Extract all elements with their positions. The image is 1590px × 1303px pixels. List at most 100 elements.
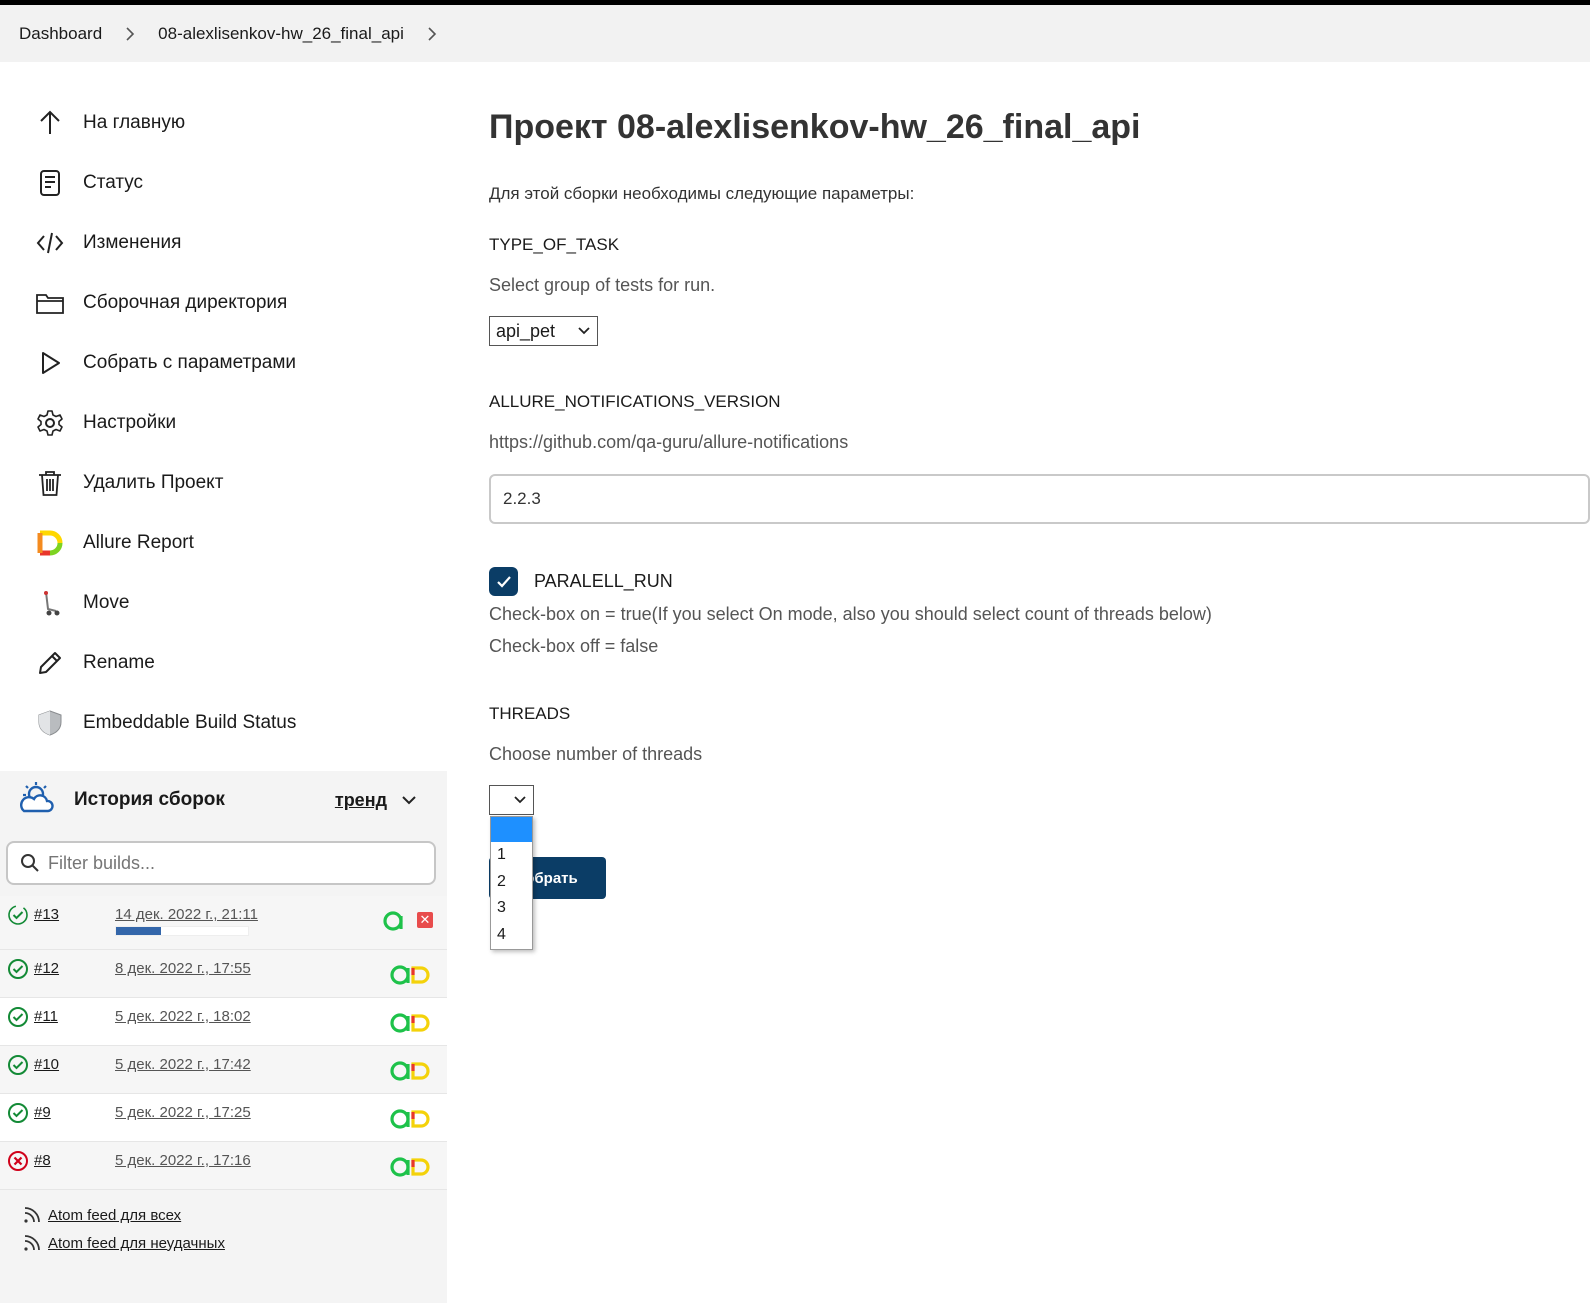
feed-failed: Atom feed для неудачных: [22, 1229, 225, 1257]
nav-allure-report[interactable]: Allure Report: [30, 513, 430, 573]
allure-spinner-icon[interactable]: [381, 908, 405, 932]
threads-option[interactable]: [491, 817, 532, 842]
build-date-link[interactable]: 5 дек. 2022 г., 17:16: [115, 1152, 251, 1169]
build-number-link[interactable]: #8: [34, 1152, 51, 1169]
allure-report-badge-icon[interactable]: [389, 1106, 433, 1130]
success-status-icon: [8, 959, 28, 979]
build-date-link[interactable]: 5 дек. 2022 г., 17:25: [115, 1104, 251, 1121]
trend-toggle[interactable]: тренд: [335, 790, 417, 811]
arrow-up-icon: [30, 107, 70, 139]
param-description: Check-box on = true(If you select On mod…: [489, 604, 1212, 624]
chevron-right-icon[interactable]: [124, 26, 136, 41]
build-badges: ✕: [381, 908, 433, 932]
nav-changes[interactable]: Изменения: [30, 213, 430, 273]
atom-feed-all-link[interactable]: Atom feed для всех: [48, 1207, 181, 1224]
main-content: Проект 08-alexlisenkov-hw_26_final_api Д…: [489, 100, 1590, 204]
rss-icon: [24, 1235, 40, 1251]
build-row[interactable]: #10 5 дек. 2022 г., 17:42: [0, 1046, 447, 1094]
build-date-link[interactable]: 5 дек. 2022 г., 17:42: [115, 1056, 251, 1073]
success-status-icon: [8, 1103, 28, 1123]
build-history-title: История сборок: [74, 789, 225, 810]
build-badges: [389, 1058, 433, 1082]
atom-feed-failed-link[interactable]: Atom feed для неудачных: [48, 1235, 225, 1252]
move-icon: [30, 587, 70, 619]
nav-rename[interactable]: Rename: [30, 633, 430, 693]
folder-icon: [30, 287, 70, 319]
chevron-down-icon: [402, 796, 416, 805]
build-date-link[interactable]: 14 дек. 2022 г., 21:11: [115, 906, 258, 923]
atom-feeds: Atom feed для всех Atom feed для неудачн…: [22, 1201, 225, 1257]
nav-label: Move: [83, 592, 130, 613]
nav-delete-project[interactable]: Удалить Проект: [30, 453, 430, 513]
side-nav: На главную Статус Изменения Сборочная ди…: [30, 93, 430, 753]
build-number-link[interactable]: #11: [34, 1008, 58, 1025]
threads-option[interactable]: 2: [491, 869, 532, 896]
param-description: https://github.com/qa-guru/allure-notifi…: [489, 432, 849, 452]
breadcrumb-project[interactable]: 08-alexlisenkov-hw_26_final_api: [158, 24, 404, 44]
param-name: ALLURE_NOTIFICATIONS_VERSION: [489, 392, 781, 411]
build-number-link[interactable]: #10: [34, 1056, 59, 1073]
nav-move[interactable]: Move: [30, 573, 430, 633]
allure-report-badge-icon[interactable]: [389, 1154, 433, 1178]
build-number-link[interactable]: #9: [34, 1104, 51, 1121]
search-icon: [21, 854, 39, 872]
build-row[interactable]: #9 5 дек. 2022 г., 17:25: [0, 1094, 447, 1142]
nav-label: Rename: [83, 652, 155, 673]
type-of-task-select[interactable]: api_pet: [489, 316, 598, 346]
nav-home[interactable]: На главную: [30, 93, 430, 153]
build-date-link[interactable]: 5 дек. 2022 г., 18:02: [115, 1008, 251, 1025]
build-number-link[interactable]: #12: [34, 960, 59, 977]
nav-label: На главную: [83, 112, 186, 133]
nav-workspace[interactable]: Сборочная директория: [30, 273, 430, 333]
threads-select[interactable]: [489, 785, 534, 815]
nav-label: Изменения: [83, 232, 182, 253]
allure-version-input[interactable]: 2.2.3: [489, 474, 1590, 524]
nav-label: Настройки: [83, 412, 177, 433]
chevron-down-icon: [578, 327, 590, 335]
build-row[interactable]: #12 8 дек. 2022 г., 17:55: [0, 950, 447, 998]
page-title: Проект 08-alexlisenkov-hw_26_final_api: [489, 108, 1141, 146]
build-progress-bar: [115, 926, 249, 936]
nav-settings[interactable]: Настройки: [30, 393, 430, 453]
nav-status[interactable]: Статус: [30, 153, 430, 213]
build-badges: [389, 962, 433, 986]
nav-label: Собрать с параметрами: [83, 352, 297, 373]
threads-option[interactable]: 4: [491, 922, 532, 949]
abort-build-icon[interactable]: ✕: [417, 912, 433, 928]
build-row[interactable]: #13 14 дек. 2022 г., 21:11 ✕: [0, 896, 447, 950]
breadcrumb-dashboard[interactable]: Dashboard: [19, 24, 102, 44]
nav-build-with-params[interactable]: Собрать с параметрами: [30, 333, 430, 393]
build-date-link[interactable]: 8 дек. 2022 г., 17:55: [115, 960, 251, 977]
chevron-right-icon[interactable]: [426, 26, 438, 41]
build-number-link[interactable]: #13: [34, 906, 59, 923]
pencil-icon: [30, 647, 70, 679]
failed-status-icon: [8, 1151, 28, 1171]
paralell-run-checkbox[interactable]: [489, 567, 518, 596]
weather-cloud-icon: [20, 781, 54, 820]
breadcrumb: Dashboard 08-alexlisenkov-hw_26_final_ap…: [0, 5, 1590, 62]
play-icon: [30, 347, 70, 379]
build-row[interactable]: #8 5 дек. 2022 г., 17:16: [0, 1142, 447, 1190]
nav-label: Удалить Проект: [83, 472, 224, 493]
trend-label: тренд: [334, 789, 387, 810]
allure-report-badge-icon[interactable]: [389, 1010, 433, 1034]
nav-embeddable-build-status[interactable]: Embeddable Build Status: [30, 693, 430, 753]
in-progress-status-icon: [8, 905, 28, 925]
build-row[interactable]: #11 5 дек. 2022 г., 18:02: [0, 998, 447, 1046]
document-icon: [30, 167, 70, 199]
filter-builds-input[interactable]: [48, 852, 408, 874]
param-name: THREADS: [489, 704, 571, 723]
filter-builds-box: [6, 841, 436, 885]
success-status-icon: [8, 1055, 28, 1075]
progress-fill: [116, 927, 161, 935]
param-threads: THREADS Choose number of threads: [489, 704, 702, 815]
check-icon: [496, 575, 511, 588]
success-status-icon: [8, 1007, 28, 1027]
build-badges: [389, 1010, 433, 1034]
threads-option[interactable]: 3: [491, 895, 532, 922]
allure-report-badge-icon[interactable]: [389, 962, 433, 986]
allure-report-badge-icon[interactable]: [389, 1058, 433, 1082]
param-description: Choose number of threads: [489, 744, 703, 764]
param-description: Select group of tests for run.: [489, 275, 716, 295]
threads-option[interactable]: 1: [491, 842, 532, 869]
